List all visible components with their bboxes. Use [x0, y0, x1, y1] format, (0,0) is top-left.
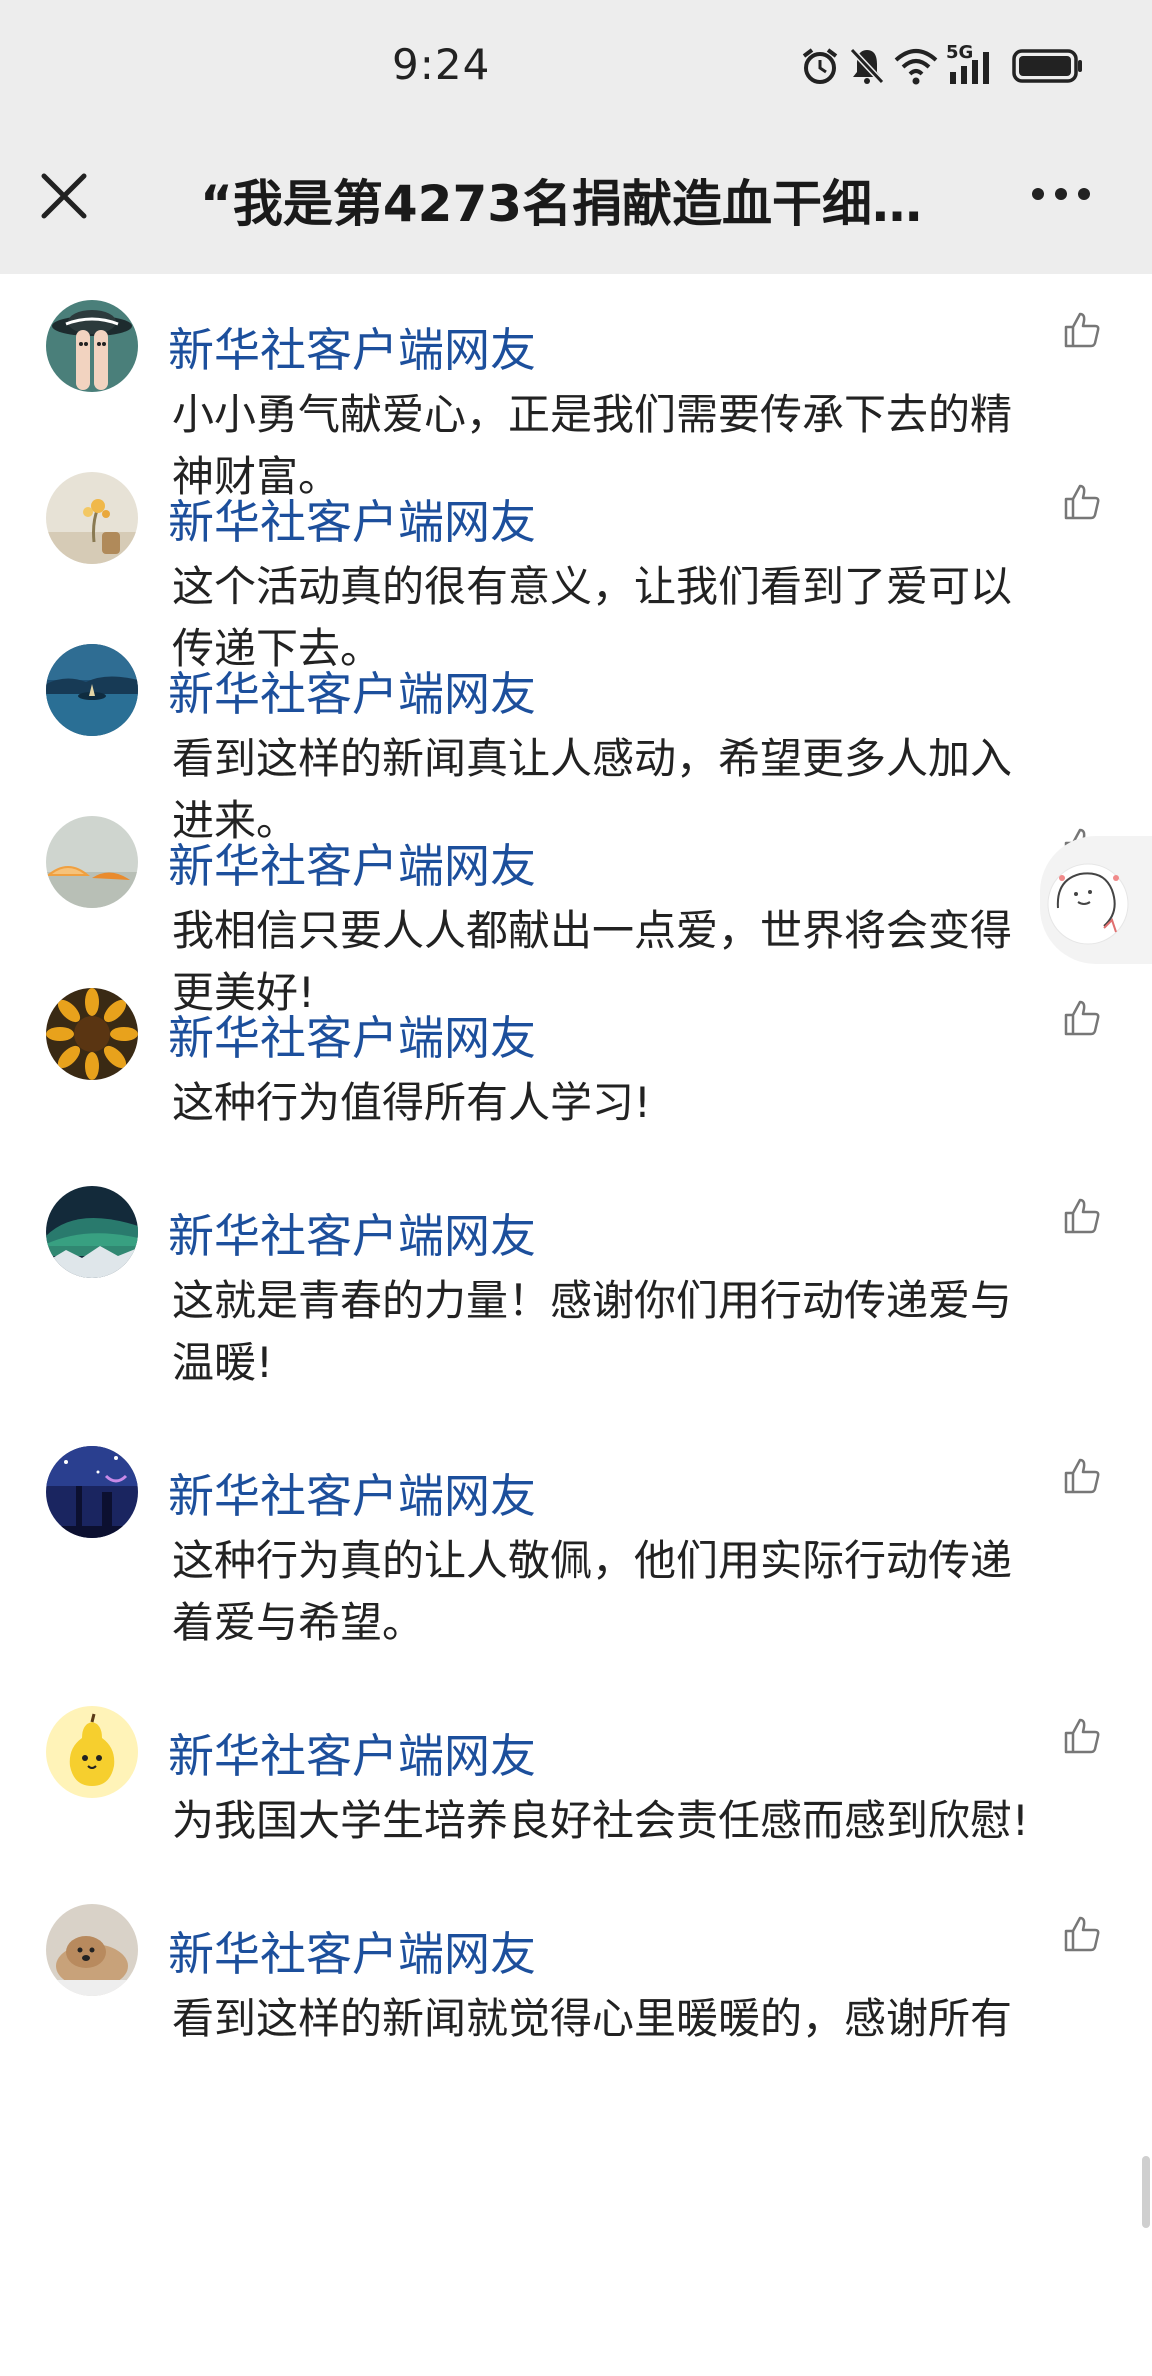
scrollbar-thumb[interactable]: [1142, 2156, 1150, 2228]
avatar[interactable]: [46, 1904, 138, 1996]
comment-username[interactable]: 新华社客户端网友: [168, 1460, 536, 1526]
like-icon[interactable]: [1062, 1716, 1102, 1756]
comment-text: 这种行为真的让人敬佩，他们用实际行动传递着爱与希望。: [172, 1536, 1013, 1647]
like-icon[interactable]: [1062, 1456, 1102, 1496]
avatar-dog-icon: [46, 1904, 138, 1996]
avatar[interactable]: [46, 644, 138, 736]
doodle-sticker-icon: [1047, 863, 1129, 945]
status-time: 9:24: [392, 40, 491, 89]
signal-icon: [950, 52, 989, 84]
mute-icon: [849, 47, 885, 85]
alarm-icon: [802, 48, 838, 84]
close-icon: [41, 173, 87, 219]
avatar[interactable]: [46, 472, 138, 564]
title-bar: “我是第4273名捐献造血干细…: [0, 134, 1152, 274]
like-icon[interactable]: [1062, 310, 1102, 350]
comment-username[interactable]: 新华社客户端网友: [168, 486, 536, 552]
like-icon[interactable]: [1062, 998, 1102, 1038]
comment-text: 这就是青春的力量！感谢你们用行动传递爱与温暖!: [172, 1276, 1013, 1387]
battery-icon: [1012, 49, 1082, 83]
avatar[interactable]: [46, 300, 138, 392]
close-button[interactable]: [38, 170, 90, 222]
more-icon: [1032, 188, 1090, 200]
avatar[interactable]: [46, 1186, 138, 1278]
comment-username[interactable]: 新华社客户端网友: [168, 658, 536, 724]
avatar-flower-icon: [46, 472, 138, 564]
avatar-pear-icon: [46, 1706, 138, 1798]
page-title: “我是第4273名捐献造血干细…: [200, 175, 923, 233]
comment-username[interactable]: 新华社客户端网友: [168, 1918, 536, 1984]
avatar-sunflower-icon: [46, 988, 138, 1080]
comment-username[interactable]: 新华社客户端网友: [168, 1200, 536, 1266]
comment-text: 为我国大学生培养良好社会责任感而感到欣慰!: [172, 1796, 1029, 1845]
avatar-lake-icon: [46, 644, 138, 736]
avatar-orange-icon: [46, 816, 138, 908]
comment-username[interactable]: 新华社客户端网友: [168, 830, 536, 896]
like-icon[interactable]: [1062, 1914, 1102, 1954]
comment-text: 这种行为值得所有人学习!: [172, 1078, 651, 1127]
comment-username[interactable]: 新华社客户端网友: [168, 314, 536, 380]
avatar[interactable]: [46, 1446, 138, 1538]
status-bar: 9:24 5G: [0, 0, 1152, 134]
avatar-night-icon: [46, 1446, 138, 1538]
comment-text: 看到这样的新闻就觉得心里暖暖的，感谢所有: [172, 1994, 1013, 2043]
like-icon[interactable]: [1062, 482, 1102, 522]
avatar-fingers-icon: [46, 300, 138, 392]
floating-sticker-button[interactable]: [1040, 836, 1152, 964]
comment-username[interactable]: 新华社客户端网友: [168, 1720, 536, 1786]
comment-username[interactable]: 新华社客户端网友: [168, 1002, 536, 1068]
avatar-aurora-icon: [46, 1186, 138, 1278]
more-button[interactable]: [1030, 184, 1092, 204]
avatar[interactable]: [46, 988, 138, 1080]
wifi-icon: [894, 49, 938, 85]
like-icon[interactable]: [1062, 1196, 1102, 1236]
avatar[interactable]: [46, 816, 138, 908]
avatar[interactable]: [46, 1706, 138, 1798]
